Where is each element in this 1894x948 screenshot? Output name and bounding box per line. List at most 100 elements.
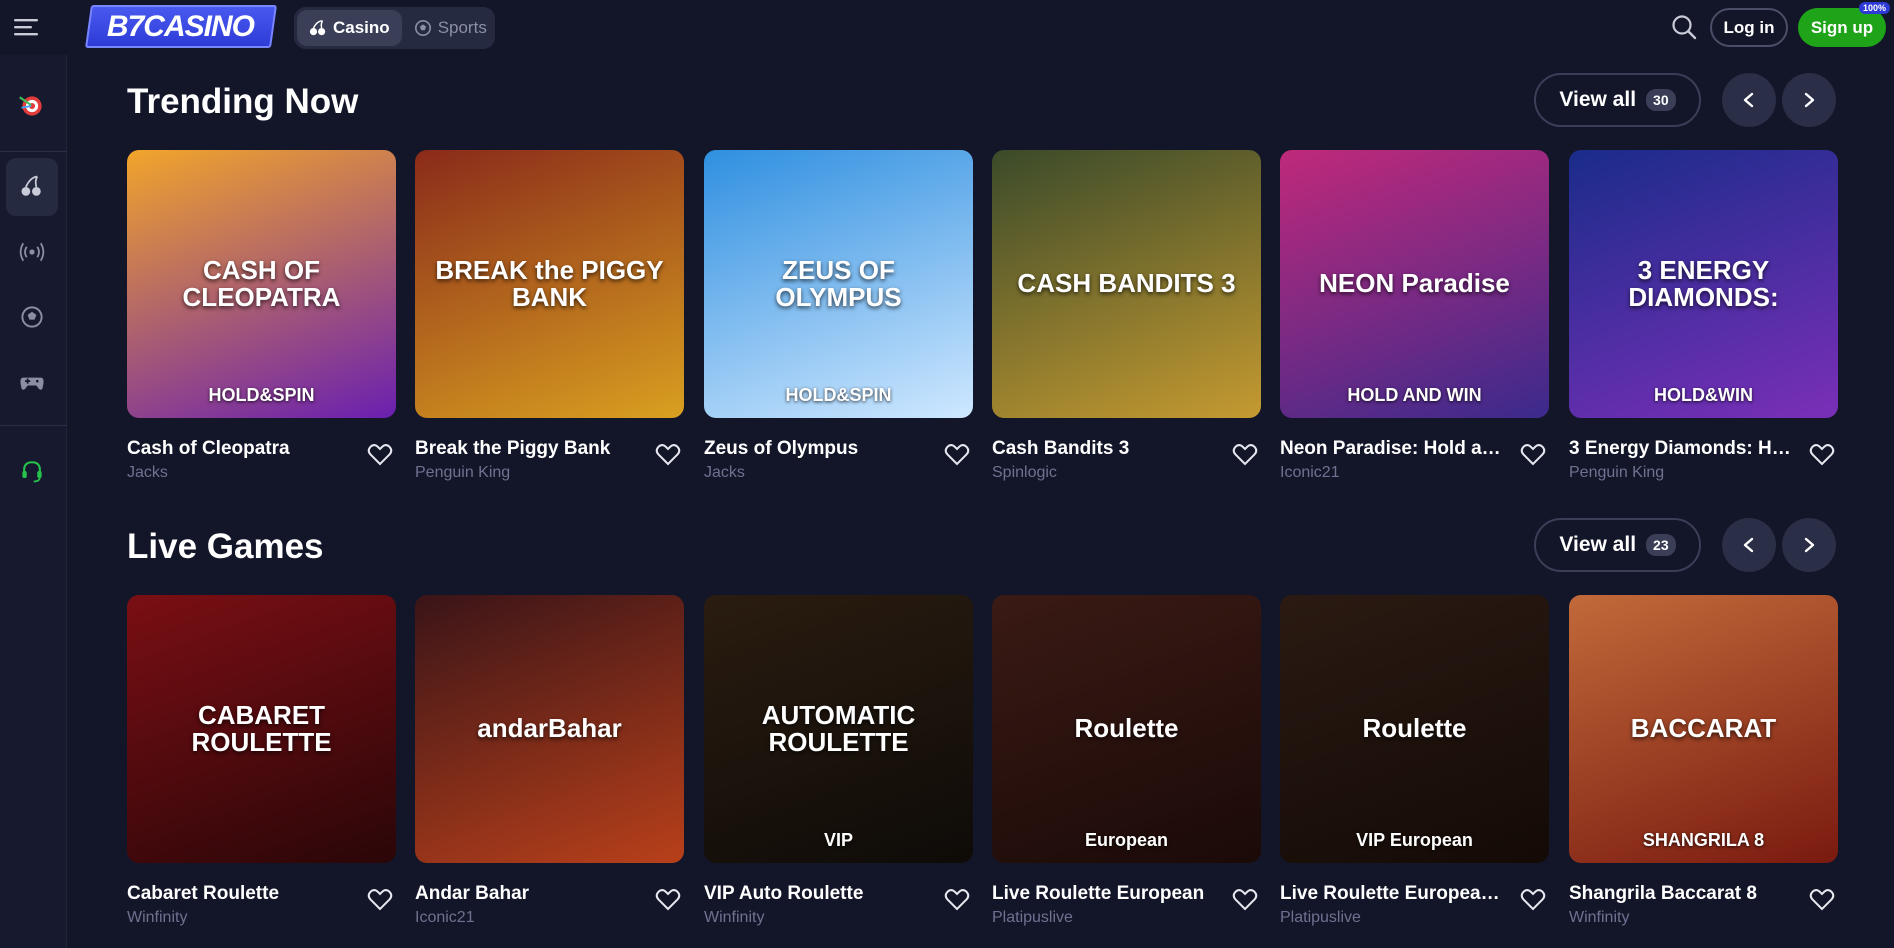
tab-sports-label: Sports: [437, 18, 487, 37]
headset-icon: [22, 461, 42, 483]
game-thumbnail[interactable]: CABARET ROULETTE: [127, 595, 396, 863]
soccer-ball-icon: [414, 19, 431, 37]
game-provider[interactable]: Spinlogic: [992, 464, 1057, 482]
game-card[interactable]: ZEUS OF OLYMPUS HOLD&SPIN Zeus of Olympus J…: [704, 150, 973, 481]
game-thumbnail[interactable]: andarBahar: [415, 595, 684, 863]
heart-icon[interactable]: [944, 442, 970, 466]
top-bar: B7CASINO Casino Sports Log in Sign up 10…: [0, 0, 1894, 55]
live-prev-button[interactable]: [1722, 518, 1776, 572]
game-card[interactable]: Roulette VIP European Live Roulette Europe…: [1280, 595, 1549, 926]
darts-target-icon: [19, 96, 42, 116]
game-name[interactable]: Live Roulette European: [992, 883, 1217, 905]
heart-icon[interactable]: [1520, 442, 1546, 466]
search-icon[interactable]: [1670, 13, 1698, 41]
game-name[interactable]: Zeus of Olympus: [704, 438, 929, 460]
game-name[interactable]: Cash Bandits 3: [992, 438, 1217, 460]
live-broadcast-icon: [19, 242, 45, 262]
trending-section-title: Trending Now: [127, 82, 359, 121]
heart-icon[interactable]: [1232, 442, 1258, 466]
signup-button[interactable]: Sign up 100%: [1798, 2, 1890, 47]
game-card[interactable]: andarBahar Andar Bahar Iconic21: [415, 595, 684, 926]
game-provider[interactable]: Platipuslive: [1280, 909, 1361, 927]
game-card[interactable]: CASH BANDITS 3 Cash Bandits 3 Spinlogic: [992, 150, 1261, 481]
game-thumbnail[interactable]: BACCARAT SHANGRILA 8: [1569, 595, 1838, 863]
game-thumbnail[interactable]: NEON Paradise HOLD AND WIN: [1280, 150, 1549, 418]
game-name[interactable]: Cabaret Roulette: [127, 883, 352, 905]
live-view-all-button[interactable]: View all 23: [1534, 518, 1701, 572]
heart-icon[interactable]: [1809, 887, 1835, 911]
live-next-button[interactable]: [1782, 518, 1836, 572]
game-thumbnail[interactable]: 3 ENERGY DIAMONDS: HOLD&WIN: [1569, 150, 1838, 418]
gamepad-icon: [20, 377, 44, 390]
sidebar-item-darts-target[interactable]: [6, 77, 58, 135]
tab-casino-label: Casino: [333, 18, 390, 37]
tab-sports[interactable]: Sports: [402, 10, 499, 46]
game-name[interactable]: Andar Bahar: [415, 883, 640, 905]
game-provider[interactable]: Iconic21: [415, 909, 475, 927]
game-provider[interactable]: Penguin King: [1569, 464, 1664, 482]
game-name[interactable]: Neon Paradise: Hold and Win: [1280, 438, 1505, 460]
trending-prev-button[interactable]: [1722, 73, 1776, 127]
game-provider[interactable]: Jacks: [127, 464, 168, 482]
game-provider[interactable]: Platipuslive: [992, 909, 1073, 927]
game-card[interactable]: 3 ENERGY DIAMONDS: HOLD&WIN 3 Energy Diamo…: [1569, 150, 1838, 481]
game-thumbnail[interactable]: ZEUS OF OLYMPUS HOLD&SPIN: [704, 150, 973, 418]
game-thumbnail[interactable]: Roulette European: [992, 595, 1261, 863]
game-thumbnail[interactable]: AUTOMATIC ROULETTE VIP: [704, 595, 973, 863]
game-card[interactable]: BREAK the PIGGY BANK Break the Piggy Bank…: [415, 150, 684, 481]
game-name[interactable]: Break the Piggy Bank: [415, 438, 640, 460]
game-name[interactable]: Live Roulette European VIP: [1280, 883, 1505, 905]
soccer-ball-icon: [21, 306, 43, 328]
game-name[interactable]: Shangrila Baccarat 8: [1569, 883, 1794, 905]
game-card[interactable]: BACCARAT SHANGRILA 8 Shangrila Baccarat 8 W…: [1569, 595, 1838, 926]
game-thumbnail[interactable]: Roulette VIP European: [1280, 595, 1549, 863]
game-provider[interactable]: Winfinity: [127, 909, 187, 927]
view-all-label: View all: [1559, 533, 1637, 556]
game-art-subtitle: HOLD&SPIN: [785, 385, 892, 405]
trending-next-button[interactable]: [1782, 73, 1836, 127]
game-art-title: CASH OF CLEOPATRA: [182, 254, 341, 312]
mode-switch: Casino Sports: [294, 7, 495, 49]
game-art-title: BACCARAT: [1630, 713, 1777, 744]
game-card[interactable]: AUTOMATIC ROULETTE VIP VIP Auto Roulette Wi…: [704, 595, 973, 926]
game-name[interactable]: VIP Auto Roulette: [704, 883, 929, 905]
login-button[interactable]: Log in: [1710, 8, 1788, 47]
game-name[interactable]: Cash of Cleopatra: [127, 438, 352, 460]
sidebar-item-soccer-ball[interactable]: [6, 288, 58, 346]
logo[interactable]: B7CASINO: [84, 5, 278, 48]
game-art-title: CASH BANDITS 3: [1017, 268, 1236, 299]
game-thumbnail[interactable]: BREAK the PIGGY BANK: [415, 150, 684, 418]
sidebar-item-cherries[interactable]: [6, 158, 58, 216]
game-provider[interactable]: Penguin King: [415, 464, 510, 482]
sidebar-item-gamepad[interactable]: [6, 353, 58, 411]
game-card[interactable]: Roulette European Live Roulette European Pl…: [992, 595, 1261, 926]
tab-casino[interactable]: Casino: [297, 10, 402, 46]
heart-icon[interactable]: [944, 887, 970, 911]
game-card[interactable]: CABARET ROULETTE Cabaret Roulette Winfinit…: [127, 595, 396, 926]
heart-icon[interactable]: [1809, 442, 1835, 466]
game-card[interactable]: CASH OF CLEOPATRA HOLD&SPIN Cash of Cleopa…: [127, 150, 396, 481]
trending-view-all-button[interactable]: View all 30: [1534, 73, 1701, 127]
sidebar-item-headset[interactable]: [6, 442, 58, 500]
game-thumbnail[interactable]: CASH OF CLEOPATRA HOLD&SPIN: [127, 150, 396, 418]
sidebar-item-live-broadcast[interactable]: [6, 223, 58, 281]
game-name[interactable]: 3 Energy Diamonds: Hold&Win: [1569, 438, 1794, 460]
heart-icon[interactable]: [1232, 887, 1258, 911]
game-provider[interactable]: Jacks: [704, 464, 745, 482]
heart-icon[interactable]: [1520, 887, 1546, 911]
game-art-title: andarBahar: [477, 713, 622, 744]
game-provider[interactable]: Winfinity: [1569, 909, 1629, 927]
heart-icon[interactable]: [367, 442, 393, 466]
game-provider[interactable]: Iconic21: [1280, 464, 1340, 482]
heart-icon[interactable]: [655, 887, 681, 911]
game-provider[interactable]: Winfinity: [704, 909, 764, 927]
game-art-title: ZEUS OF OLYMPUS: [775, 254, 902, 312]
game-art-subtitle: VIP: [823, 830, 853, 850]
view-all-label: View all: [1559, 88, 1637, 111]
game-thumbnail[interactable]: CASH BANDITS 3: [992, 150, 1261, 418]
heart-icon[interactable]: [367, 887, 393, 911]
bonus-badge: 100%: [1858, 2, 1890, 14]
game-card[interactable]: NEON Paradise HOLD AND WIN Neon Paradise: …: [1280, 150, 1549, 481]
heart-icon[interactable]: [655, 442, 681, 466]
menu-icon[interactable]: [14, 16, 40, 38]
